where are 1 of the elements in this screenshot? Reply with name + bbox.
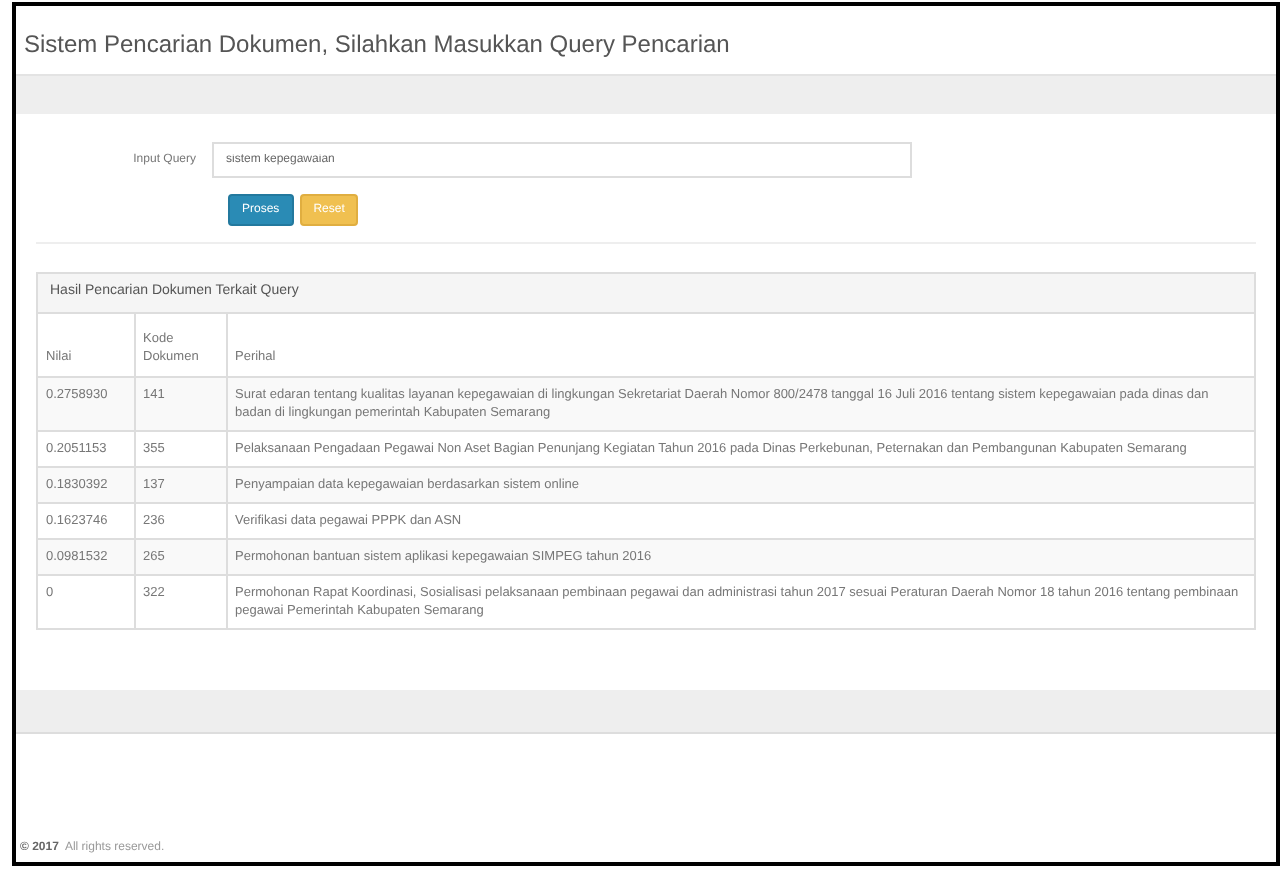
page-title: Sistem Pencarian Dokumen, Silahkan Masukkan Query Pencarian [22, 28, 732, 62]
